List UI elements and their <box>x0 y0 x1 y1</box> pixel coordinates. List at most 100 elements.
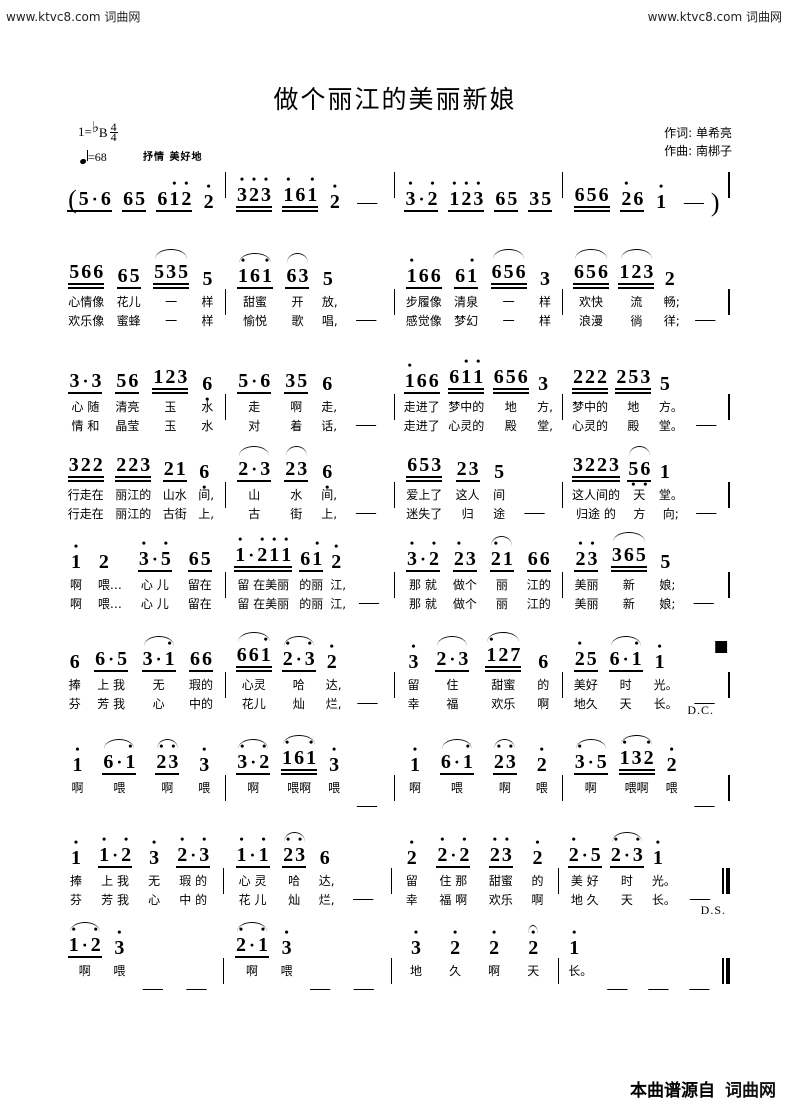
note-number: 3 <box>297 458 308 480</box>
note-group: 123 <box>448 189 485 212</box>
slur-arc <box>613 532 645 542</box>
measure: 1捧芬1·2上 我芳 我3无心2·3瑕 的中 的 <box>62 845 218 908</box>
note-row: 611 <box>448 367 484 387</box>
note-row: — <box>683 978 715 998</box>
measure: 1·1 心 灵花 儿 23 哈灿 6 达, 烂, — <box>229 832 385 908</box>
note-row: 21 <box>490 536 514 569</box>
lyric-verse-1: 心 儿 <box>140 578 169 592</box>
end-barline <box>726 672 730 698</box>
note-row: 1·2 <box>98 845 132 865</box>
note-row: — <box>688 592 720 612</box>
note-row: 65 <box>494 189 518 209</box>
lyric-verse-2 <box>414 982 418 998</box>
note-row: 5 · 6 <box>237 371 271 391</box>
augmentation-dot: · <box>249 935 256 955</box>
note-group: 3喂 <box>328 755 340 815</box>
note-number: 3 <box>260 458 271 480</box>
lyric-verse-2: 地久 <box>573 697 598 711</box>
augmentation-dot: · <box>450 845 457 865</box>
note-group: — <box>350 414 382 434</box>
note-number: 3 <box>260 185 272 205</box>
note-group: — <box>642 978 674 998</box>
lyric-verse-2: 长。 <box>651 893 676 907</box>
note-group: 2喂 <box>666 755 678 815</box>
note-number: 1 <box>619 748 631 768</box>
note-group: 3 样样 <box>539 269 551 329</box>
lyric-verse-1: 堂。 <box>658 488 683 502</box>
note-number: 2 <box>643 748 655 768</box>
lyric-verse-1: 留 在美丽 <box>237 578 290 592</box>
note-group: 1·211留 在美丽留 在美丽 <box>234 545 293 612</box>
augmentation-dot: · <box>581 845 588 865</box>
beam-line <box>137 570 172 572</box>
note-number: 6 <box>249 265 260 287</box>
note-number: 6 <box>93 261 104 283</box>
note-row: 66 <box>527 549 551 569</box>
note-group: — <box>348 978 380 998</box>
note-group: 6 6 江的 江的 <box>526 549 551 612</box>
note-group: 35 <box>528 189 553 212</box>
note-number: 2 <box>584 366 595 388</box>
note-row: — <box>690 414 722 434</box>
note-number: 6 <box>188 548 199 570</box>
note-group: 2 江, 江, <box>330 552 346 612</box>
note-number: 2 <box>180 189 192 209</box>
beam-line <box>235 206 272 208</box>
sustain-dash: — <box>356 308 377 330</box>
lyric-verse-1: 梦中的 <box>571 400 608 414</box>
note-number: 3 <box>140 454 151 476</box>
score-line: 6捧芬6·5上 我芳 我3·1无心66瑕的中的661心灵花儿2·3哈灿2达,烂,… <box>62 632 730 717</box>
note-number: 3 <box>631 747 642 769</box>
note-number: 1 <box>652 848 664 868</box>
note-number: 3 <box>148 848 160 868</box>
note-number: 1 <box>260 645 272 665</box>
note-group: 2 留幸 <box>406 848 418 908</box>
note-group: —) <box>678 190 721 216</box>
note-group: 5 间途 <box>493 462 505 522</box>
augmentation-dot: · <box>250 752 257 772</box>
note-group: 6 · 5 上 我芳 我 <box>94 649 129 712</box>
measure: (5·6656122 <box>62 187 220 213</box>
lyric-verse-2: 蜜蜂 <box>116 314 141 328</box>
note-number: 5 <box>660 551 671 573</box>
lyric-verse-2: 欢乐 <box>491 697 516 711</box>
note-row: 23 <box>489 845 513 865</box>
lyric-verse-2: 福 啊 <box>439 893 468 907</box>
lyric-verse-1: 啊 <box>161 781 174 795</box>
note-number: 3 <box>142 648 153 670</box>
note-row: 6 <box>321 462 337 482</box>
note-row: 26 <box>620 189 644 209</box>
beam-line <box>571 388 608 390</box>
note-number: 3 <box>285 370 296 392</box>
beam-line <box>492 773 517 775</box>
lyric-verse-2 <box>202 799 206 815</box>
lyric-verse-2 <box>635 799 639 815</box>
note-number: 1 <box>305 748 317 768</box>
beam-line <box>610 566 647 568</box>
measure: 5 · 6 走对 3 5 啊着 6 走, 话, — <box>231 371 389 434</box>
note-group: 2 2 2 梦中的 心灵的 <box>571 366 608 434</box>
lyric-verse-1: 水 <box>290 488 303 502</box>
note-row: — <box>351 795 383 815</box>
lyric-verse-2 <box>455 799 459 815</box>
note-group: 3喂 <box>281 938 293 998</box>
note-number: 6 <box>286 265 297 287</box>
note-group: — <box>689 795 721 815</box>
note-row: 2 <box>666 755 678 775</box>
note-number: 5 <box>590 844 601 866</box>
note-row: (5 · 6 <box>67 187 112 213</box>
note-number: 5 <box>505 366 516 388</box>
lyric-verse-1: 喂 <box>535 781 548 795</box>
note-number: 3 <box>407 652 419 672</box>
beam-line <box>492 388 529 390</box>
note-row: 2·3 <box>610 832 644 865</box>
note-row: — <box>137 978 169 998</box>
note-number: 5 <box>202 268 213 290</box>
note-row: 2 <box>449 938 461 958</box>
lyric-verse-1: 放, <box>321 295 338 309</box>
lyric-verse-1: 哈 <box>288 874 301 888</box>
slur-arc <box>620 249 653 259</box>
note-number: 5 <box>69 261 80 283</box>
lyric-verse-2: 着 <box>290 419 303 433</box>
end-barline <box>726 482 730 508</box>
